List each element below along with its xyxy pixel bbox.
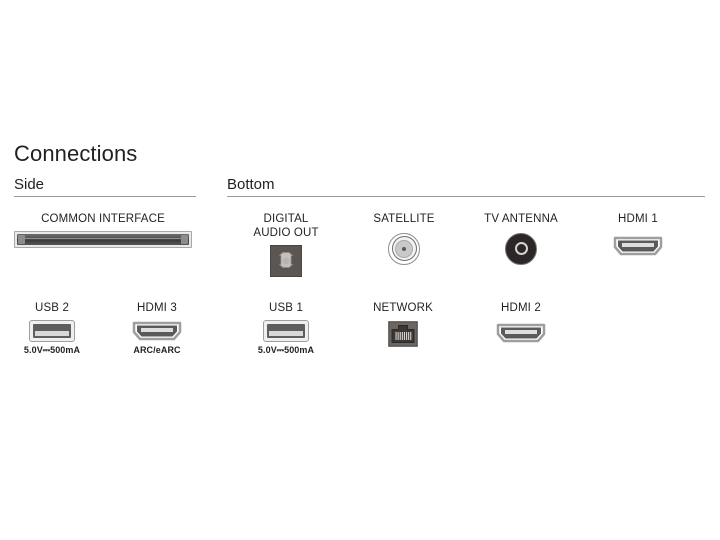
port-usb-2: USB 2 5.0V⎓500mA bbox=[8, 302, 96, 356]
section-divider-side bbox=[14, 196, 196, 197]
section-divider-bottom bbox=[227, 196, 705, 197]
usb-port-icon bbox=[8, 319, 96, 342]
section-header-bottom: Bottom bbox=[227, 176, 275, 193]
port-hdmi-2: HDMI 2 bbox=[477, 302, 565, 344]
port-label-usb-2: USB 2 bbox=[35, 302, 69, 314]
port-label-usb-1: USB 1 bbox=[269, 302, 303, 314]
port-satellite: SATELLITE bbox=[360, 213, 448, 265]
port-hdmi-1: HDMI 1 bbox=[594, 213, 682, 257]
port-label-hdmi-2: HDMI 2 bbox=[501, 302, 541, 314]
rj45-port-icon bbox=[359, 320, 447, 347]
page-title: Connections bbox=[14, 141, 138, 166]
port-network: NETWORK bbox=[359, 302, 447, 347]
port-label-hdmi-3: HDMI 3 bbox=[137, 302, 177, 314]
port-hdmi-3: HDMI 3 ARC/eARC bbox=[113, 302, 201, 356]
port-sublabel-usb-1: 5.0V⎓500mA bbox=[257, 344, 315, 355]
port-label-tv-antenna: TV ANTENNA bbox=[484, 213, 558, 225]
hdmi-port-icon bbox=[594, 235, 682, 257]
optical-audio-icon bbox=[241, 245, 331, 277]
port-label-digital-audio-out: DIGITAL AUDIO OUT bbox=[253, 213, 319, 239]
port-sublabel-usb-2: 5.0V⎓500mA bbox=[23, 344, 81, 355]
port-common-interface: COMMON INTERFACE bbox=[14, 213, 192, 248]
port-usb-1: USB 1 5.0V⎓500mA bbox=[242, 302, 330, 356]
coax-connector-icon bbox=[477, 232, 565, 265]
port-digital-audio-out: DIGITAL AUDIO OUT bbox=[241, 213, 331, 277]
section-header-side: Side bbox=[14, 176, 45, 193]
port-sublabel-hdmi-3: ARC/eARC bbox=[133, 344, 181, 355]
hdmi-port-icon bbox=[113, 320, 201, 342]
usb-port-icon bbox=[242, 319, 330, 342]
f-connector-icon bbox=[360, 232, 448, 265]
port-tv-antenna: TV ANTENNA bbox=[477, 213, 565, 265]
port-label-network: NETWORK bbox=[373, 302, 433, 314]
port-label-common-interface: COMMON INTERFACE bbox=[41, 213, 165, 225]
hdmi-port-icon bbox=[477, 322, 565, 344]
ci-slot-icon bbox=[14, 230, 192, 248]
port-label-satellite: SATELLITE bbox=[373, 213, 435, 225]
port-label-hdmi-1: HDMI 1 bbox=[618, 213, 658, 225]
